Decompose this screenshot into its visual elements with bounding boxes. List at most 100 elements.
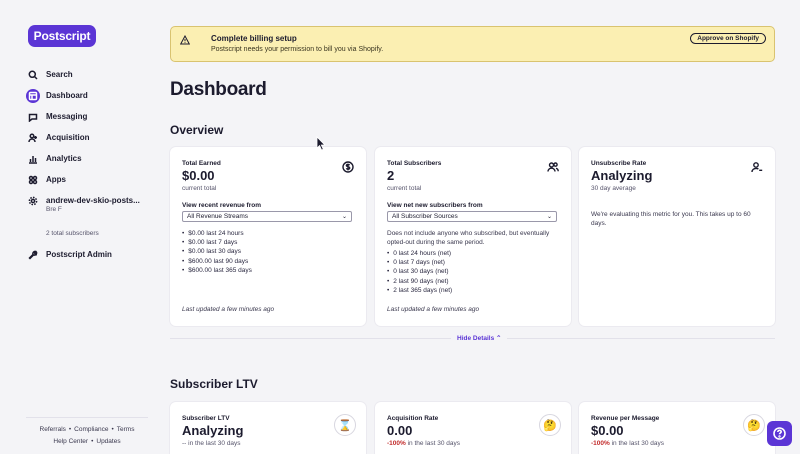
sidebar-item-label: andrew-dev-skio-posts...	[46, 196, 140, 205]
chevron-up-icon: ⌃	[496, 335, 502, 342]
change-value: -100%	[387, 440, 406, 447]
list-item: 0 last 30 days (net)	[387, 267, 452, 276]
change-suffix: in the last 30 days	[405, 440, 460, 447]
card-label: Subscriber LTV	[182, 415, 230, 422]
thinking-face-icon: 🤔	[743, 414, 765, 436]
sidebar-item-label: Postscript Admin	[46, 250, 112, 259]
banner-description: Postscript needs your permission to bill…	[211, 46, 384, 53]
subscriber-source-select[interactable]: All Subscriber Sources ⌄	[387, 211, 557, 222]
card-sub: 30 day average	[591, 185, 636, 192]
help-button[interactable]	[767, 421, 792, 446]
card-note: Does not include anyone who subscribed, …	[387, 230, 550, 246]
list-item: 2 last 90 days (net)	[387, 277, 452, 286]
account-user: Bre F	[46, 206, 62, 213]
revenue-list: $0.00 last 24 hours $0.00 last 7 days $0…	[182, 229, 252, 275]
sidebar-nav: Search Dashboard Messaging Acquisition A…	[26, 64, 150, 265]
card-label: Unsubscribe Rate	[591, 160, 647, 167]
mouse-cursor-icon	[316, 136, 326, 151]
list-item: $0.00 last 30 days	[182, 247, 252, 256]
sidebar-item-acquisition[interactable]: Acquisition	[26, 127, 150, 148]
sidebar-item-dashboard[interactable]: Dashboard	[26, 85, 150, 106]
card-value: 2	[387, 168, 395, 183]
sidebar-item-label: Apps	[46, 175, 66, 184]
terms-link[interactable]: Terms	[117, 426, 135, 433]
last-updated: Last updated a few minutes ago	[387, 306, 480, 313]
card-value: $0.00	[591, 423, 624, 438]
hide-details-toggle[interactable]: Hide Details ⌃	[451, 334, 508, 342]
revenue-per-message-card: Revenue per Message $0.00 -100% in the l…	[579, 402, 775, 454]
compliance-link[interactable]: Compliance	[74, 426, 108, 433]
sidebar-item-apps[interactable]: Apps	[26, 169, 150, 190]
message-icon	[26, 110, 40, 124]
card-value: Analyzing	[182, 423, 244, 438]
sidebar-item-label: Dashboard	[46, 91, 88, 100]
thinking-face-icon: 🤔	[539, 414, 561, 436]
list-item: $0.00 last 24 hours	[182, 229, 252, 238]
gear-icon	[26, 194, 40, 208]
chevron-down-icon: ⌄	[341, 214, 347, 220]
chevron-down-icon: ⌄	[546, 214, 552, 220]
sidebar-item-label: Search	[46, 70, 73, 79]
card-sub: current total	[182, 185, 217, 192]
card-change: -100% in the last 30 days	[591, 440, 664, 447]
sidebar-item-messaging[interactable]: Messaging	[26, 106, 150, 127]
page-title: Dashboard	[170, 79, 267, 100]
users-icon	[547, 160, 559, 172]
sidebar-footer: Referrals • Compliance • Terms Help Center • U…	[26, 417, 148, 448]
select-value: All Subscriber Sources	[392, 213, 458, 220]
apps-icon	[26, 173, 40, 187]
list-item: $0.00 last 7 days	[182, 238, 252, 247]
select-value: All Revenue Streams	[187, 213, 249, 220]
updates-link[interactable]: Updates	[96, 438, 120, 445]
sidebar-item-analytics[interactable]: Analytics	[26, 148, 150, 169]
subscriber-ltv-card: Subscriber LTV Analyzing -- in the last …	[170, 402, 366, 454]
change-suffix: in the last 30 days	[186, 440, 241, 447]
acquisition-icon	[26, 131, 40, 145]
card-note: We're evaluating this metric for you. Th…	[591, 211, 751, 227]
total-earned-card: Total Earned $0.00 current total View re…	[170, 147, 366, 326]
sidebar-item-label: Messaging	[46, 112, 88, 121]
sidebar-item-search[interactable]: Search	[26, 64, 150, 85]
list-item: $600.00 last 365 days	[182, 266, 252, 275]
card-change: -- in the last 30 days	[182, 440, 241, 447]
hourglass-icon: ⌛	[334, 414, 356, 436]
dollar-icon	[342, 160, 354, 173]
wrench-icon	[26, 248, 40, 262]
card-change: -100% in the last 30 days	[387, 440, 460, 447]
card-value: $0.00	[182, 168, 215, 183]
approve-shopify-button[interactable]: Approve on Shopify	[690, 33, 766, 44]
card-sub: current total	[387, 185, 422, 192]
subscriber-ltv-title: Subscriber LTV	[170, 377, 258, 391]
view-label: View net new subscribers from	[387, 202, 483, 209]
subscriber-count: 2 total subscribers	[46, 230, 99, 237]
unsubscribe-rate-card: Unsubscribe Rate Analyzing 30 day averag…	[579, 147, 775, 326]
sidebar-item-label: Analytics	[46, 154, 82, 163]
card-value: Analyzing	[591, 168, 653, 183]
list-item: $600.00 last 90 days	[182, 257, 252, 266]
card-label: Revenue per Message	[591, 415, 660, 422]
card-label: Total Earned	[182, 160, 221, 167]
list-item: 0 last 24 hours (net)	[387, 249, 452, 258]
total-subscribers-card: Total Subscribers 2 current total View n…	[375, 147, 571, 326]
help-icon	[773, 427, 786, 440]
last-updated: Last updated a few minutes ago	[182, 306, 275, 313]
sidebar-item-admin[interactable]: Postscript Admin	[26, 244, 150, 265]
sidebar: Postscript Search Dashboard Messaging Ac…	[0, 0, 154, 454]
acquisition-rate-card: Acquisition Rate 0.00 -100% in the last …	[375, 402, 571, 454]
postscript-logo[interactable]: Postscript	[28, 25, 96, 47]
list-item: 0 last 7 days (net)	[387, 258, 452, 267]
card-value: 0.00	[387, 423, 413, 438]
user-minus-icon	[751, 160, 763, 173]
banner-title: Complete billing setup	[211, 34, 297, 43]
change-suffix: in the last 30 days	[609, 440, 664, 447]
search-icon	[26, 68, 40, 82]
subscriber-list: 0 last 24 hours (net) 0 last 7 days (net…	[387, 249, 452, 295]
warning-icon	[180, 35, 190, 45]
analytics-icon	[26, 152, 40, 166]
view-label: View recent revenue from	[182, 202, 261, 209]
dashboard-icon	[26, 88, 40, 103]
main-content: Complete billing setup Postscript needs …	[154, 0, 800, 454]
help-center-link[interactable]: Help Center	[53, 438, 88, 445]
referrals-link[interactable]: Referrals	[40, 426, 66, 433]
revenue-source-select[interactable]: All Revenue Streams ⌄	[182, 211, 352, 222]
